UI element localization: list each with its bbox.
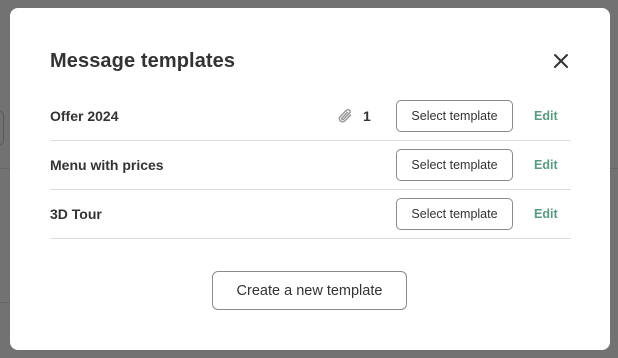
edit-template-link[interactable]: Edit [534,207,558,221]
edit-template-link[interactable]: Edit [534,158,558,172]
background-divider [0,302,10,303]
templates-list: Offer 2024 1 Select template Edit Menu w… [50,92,571,239]
attachment-count: 1 [363,108,371,124]
create-template-button[interactable]: Create a new template [212,271,407,310]
attachment-indicator: 1 [337,106,371,126]
background-element [0,110,4,146]
select-template-button[interactable]: Select template [396,198,513,230]
background-divider [0,168,10,169]
close-button[interactable] [552,52,570,70]
message-templates-modal: Message templates Offer 2024 1 Select te… [10,8,610,350]
select-template-button[interactable]: Select template [396,100,513,132]
select-template-button[interactable]: Select template [396,149,513,181]
template-row: 3D Tour Select template Edit [50,190,571,239]
template-row: Menu with prices Select template Edit [50,141,571,190]
modal-title: Message templates [50,50,236,72]
template-row: Offer 2024 1 Select template Edit [50,92,571,141]
background-divider [610,168,618,169]
paperclip-icon [338,108,352,123]
close-icon [554,54,568,68]
edit-template-link[interactable]: Edit [534,109,558,123]
